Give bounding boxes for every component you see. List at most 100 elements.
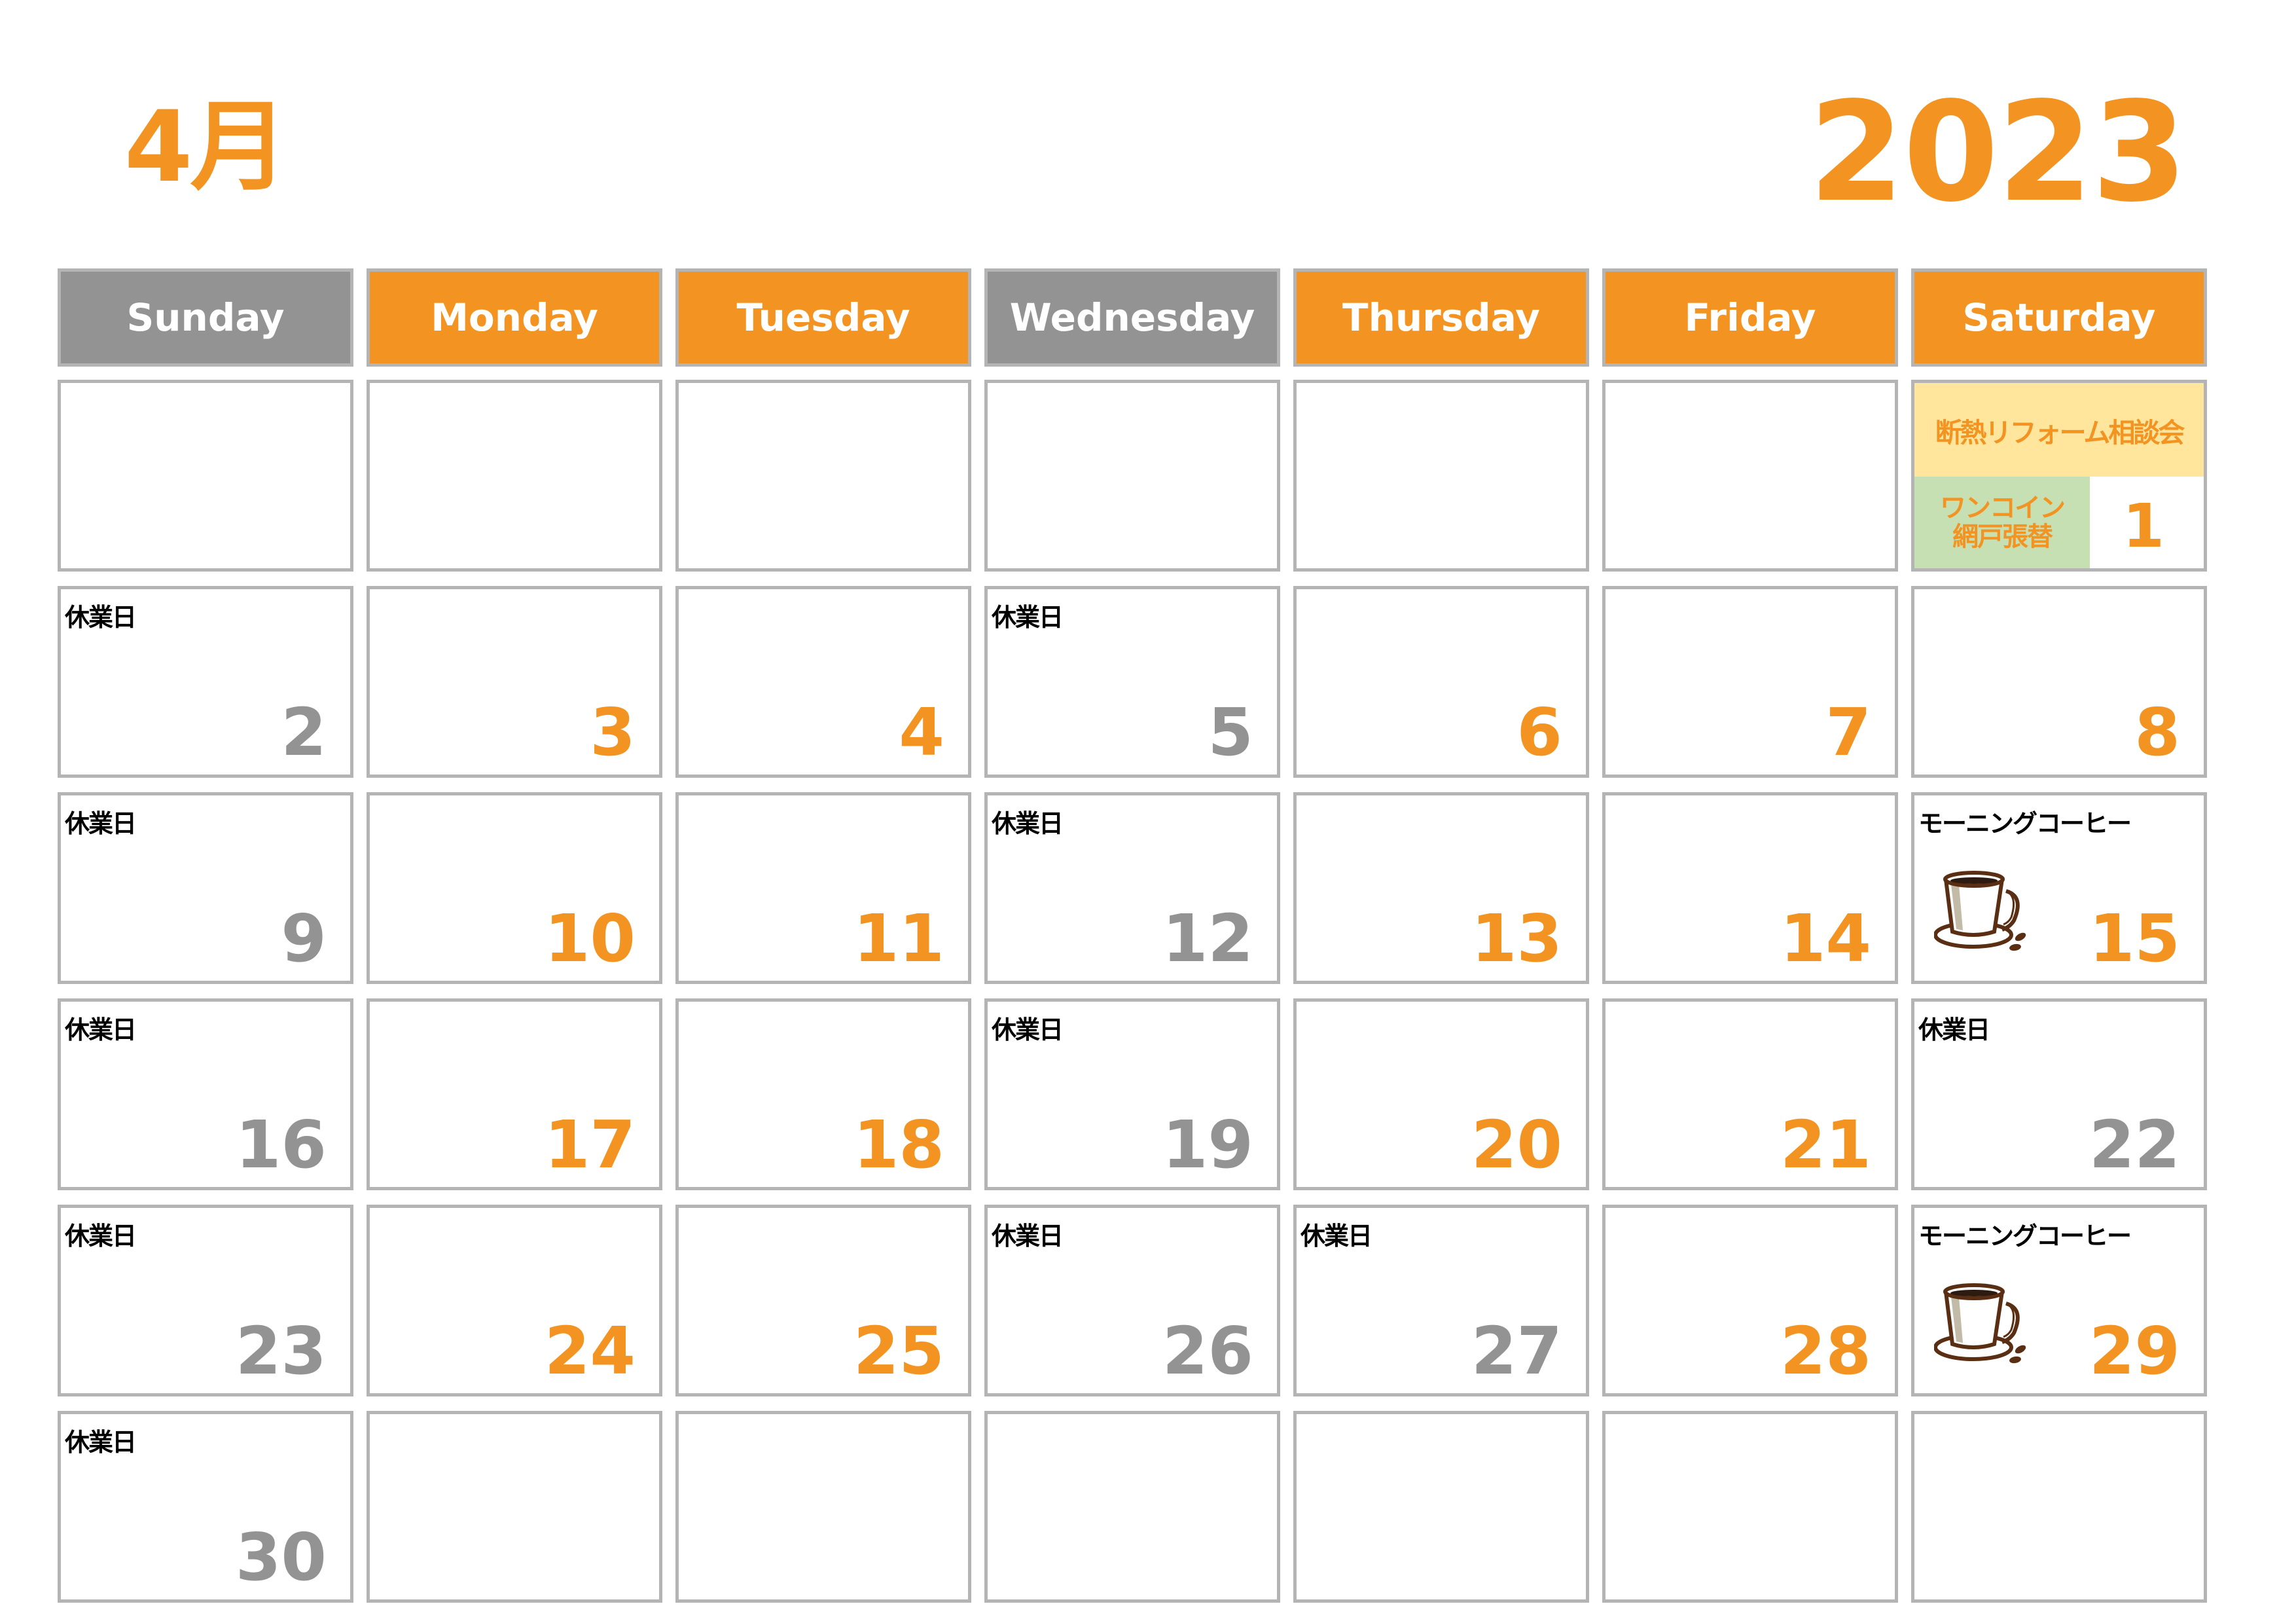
event-note: モーニングコーヒー (1918, 1222, 2132, 1250)
day-cell-24[interactable]: 24 (367, 1205, 662, 1396)
day-cell-28[interactable]: 28 (1602, 1205, 1898, 1396)
day-cell-8[interactable]: 8 (1911, 586, 2207, 778)
day-cell-15[interactable]: モーニングコーヒー 15 (1911, 792, 2207, 984)
weekday-header-monday: Monday (367, 268, 662, 367)
day-cell-30[interactable]: 休業日 30 (58, 1411, 353, 1603)
day-cell-26[interactable]: 休業日 26 (984, 1205, 1280, 1396)
weekday-header-saturday: Saturday (1911, 268, 2207, 367)
day-cell-21[interactable]: 21 (1602, 998, 1898, 1190)
weeks: 断熱リフォーム相談会 ワンコイン 網戸張替 1 休業日 2 3 4 休業日 5 6 7 8 休業日 9 10 1… (58, 380, 2211, 1603)
empty-day-cell (58, 380, 353, 572)
day-cell-6[interactable]: 6 (1293, 586, 1589, 778)
day-number: 9 (281, 900, 327, 977)
day-number: 17 (544, 1106, 636, 1183)
empty-day-cell (984, 380, 1280, 572)
day-cell-17[interactable]: 17 (367, 998, 662, 1190)
day-cell-22[interactable]: 休業日 22 (1911, 998, 2207, 1190)
closed-day-note: 休業日 (65, 809, 137, 838)
day-number: 10 (544, 900, 636, 977)
day-cell-27[interactable]: 休業日 27 (1293, 1205, 1589, 1396)
week-row: 休業日 2 3 4 休業日 5 6 7 8 (58, 586, 2211, 778)
day-number: 22 (2089, 1106, 2180, 1183)
day-cell-11[interactable]: 11 (675, 792, 971, 984)
day-number: 6 (1516, 694, 1562, 771)
day-number: 14 (1780, 900, 1871, 977)
day-number: 21 (1780, 1106, 1871, 1183)
weekday-header-row: Sunday Monday Tuesday Wednesday Thursday Frid… (58, 268, 2211, 367)
day-cell-25[interactable]: 25 (675, 1205, 971, 1396)
event-note: モーニングコーヒー (1918, 809, 2132, 838)
empty-day-cell (1602, 1411, 1898, 1603)
empty-day-cell (367, 1411, 662, 1603)
day-number: 26 (1162, 1313, 1253, 1389)
day-cell-13[interactable]: 13 (1293, 792, 1589, 984)
closed-day-note: 休業日 (992, 1222, 1064, 1250)
day-cell-19[interactable]: 休業日 19 (984, 998, 1280, 1190)
day-cell-16[interactable]: 休業日 16 (58, 998, 353, 1190)
day-number: 1 (2122, 491, 2164, 561)
closed-day-note: 休業日 (992, 809, 1064, 838)
day-number: 29 (2089, 1313, 2180, 1389)
day-cell-20[interactable]: 20 (1293, 998, 1589, 1190)
day-cell-23[interactable]: 休業日 23 (58, 1205, 353, 1396)
event-one-coin-screen-replacement: ワンコイン 網戸張替 (1914, 477, 2090, 568)
empty-day-cell (675, 380, 971, 572)
coffee-cup-icon (1933, 1279, 2032, 1370)
closed-day-note: 休業日 (65, 1015, 137, 1044)
day-cell-9[interactable]: 休業日 9 (58, 792, 353, 984)
week-row: 休業日 30 (58, 1411, 2211, 1603)
day-number: 20 (1471, 1106, 1562, 1183)
day-number: 24 (544, 1313, 636, 1389)
closed-day-note: 休業日 (992, 1015, 1064, 1044)
day-cell-2[interactable]: 休業日 2 (58, 586, 353, 778)
day-number: 13 (1471, 900, 1562, 977)
week-row: 休業日 9 10 11 休業日 12 13 14 モーニングコーヒー 15 (58, 792, 2211, 984)
day-number: 8 (2134, 694, 2180, 771)
week-row: 休業日 16 17 18 休業日 19 20 21 休業日 22 (58, 998, 2211, 1190)
day-number: 11 (853, 900, 944, 977)
closed-day-note: 休業日 (65, 1222, 137, 1250)
event-line: ワンコイン (1940, 493, 2066, 523)
empty-day-cell (1911, 1411, 2207, 1603)
day-number: 5 (1208, 694, 1253, 771)
calendar-grid: Sunday Monday Tuesday Wednesday Thursday Frid… (58, 268, 2211, 1603)
day-number: 3 (590, 694, 636, 771)
day-number: 23 (235, 1313, 327, 1389)
coffee-cup-icon (1933, 866, 2032, 958)
empty-day-cell (1293, 380, 1589, 572)
day-cell-18[interactable]: 18 (675, 998, 971, 1190)
closed-day-note: 休業日 (1918, 1015, 1990, 1044)
day-number: 30 (235, 1519, 327, 1596)
closed-day-note: 休業日 (65, 603, 137, 632)
day-cell-14[interactable]: 14 (1602, 792, 1898, 984)
day-number: 4 (899, 694, 944, 771)
empty-day-cell (984, 1411, 1280, 1603)
weekday-header-thursday: Thursday (1293, 268, 1589, 367)
day-number: 19 (1162, 1106, 1253, 1183)
day-cell-29[interactable]: モーニングコーヒー 29 (1911, 1205, 2207, 1396)
day-cell-5[interactable]: 休業日 5 (984, 586, 1280, 778)
day-number: 28 (1780, 1313, 1871, 1389)
day-number: 18 (853, 1106, 944, 1183)
month-title: 4月 (124, 90, 288, 204)
day-number: 16 (235, 1106, 327, 1183)
closed-day-note: 休業日 (992, 603, 1064, 632)
day-number: 27 (1471, 1313, 1562, 1389)
day-number: 7 (1825, 694, 1871, 771)
day-cell-3[interactable]: 3 (367, 586, 662, 778)
weekday-header-sunday: Sunday (58, 268, 353, 367)
day-cell-7[interactable]: 7 (1602, 586, 1898, 778)
event-insulation-reform-consultation: 断熱リフォーム相談会 (1914, 383, 2204, 477)
day-cell-12[interactable]: 休業日 12 (984, 792, 1280, 984)
weekday-header-friday: Friday (1602, 268, 1898, 367)
empty-day-cell (367, 380, 662, 572)
day-cell-4[interactable]: 4 (675, 586, 971, 778)
day-cell-1[interactable]: 断熱リフォーム相談会 ワンコイン 網戸張替 1 (1911, 380, 2207, 572)
day-number: 15 (2089, 900, 2180, 977)
day-number: 2 (281, 694, 327, 771)
week-row: 断熱リフォーム相談会 ワンコイン 網戸張替 1 (58, 380, 2211, 572)
empty-day-cell (1293, 1411, 1589, 1603)
day-cell-10[interactable]: 10 (367, 792, 662, 984)
weekday-header-tuesday: Tuesday (675, 268, 971, 367)
year-title: 2023 (1808, 72, 2187, 232)
